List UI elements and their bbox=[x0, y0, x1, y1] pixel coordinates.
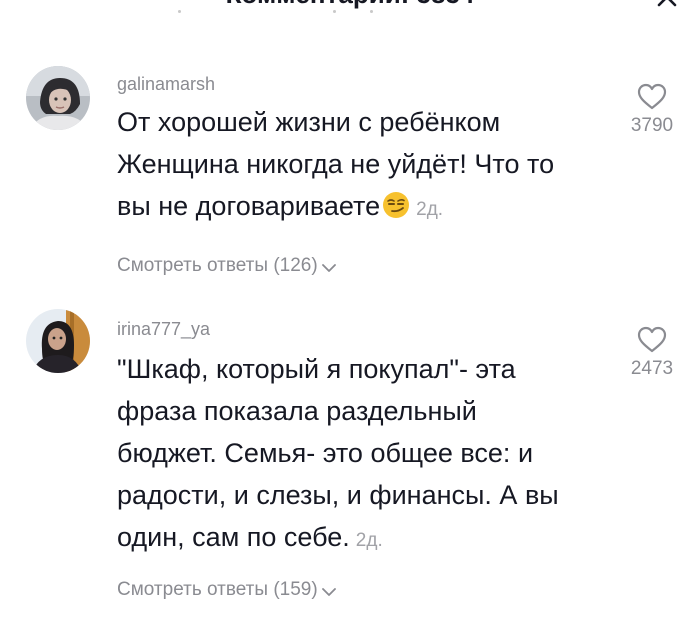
like-count: 3790 bbox=[630, 115, 674, 136]
comments-title: Комментарии: 5854 bbox=[0, 0, 700, 10]
comment-username[interactable]: galinamarsh bbox=[117, 73, 215, 95]
avatar[interactable] bbox=[26, 309, 90, 373]
view-replies-label: Смотреть ответы (159) bbox=[117, 579, 318, 600]
comment-line: бюджет. Семья- это общее все: и bbox=[117, 438, 534, 468]
smirk-emoji-icon bbox=[383, 192, 410, 218]
comment-username[interactable]: irina777_ya bbox=[117, 318, 210, 340]
comment-line: один, сам по себе. 2д. bbox=[117, 516, 607, 562]
comment-line: Женщина никогда не уйдёт! Что то bbox=[117, 149, 555, 179]
close-icon[interactable] bbox=[656, 0, 678, 8]
comment-line: "Шкаф, который я покупал"- эта bbox=[117, 354, 516, 384]
avatar[interactable] bbox=[26, 66, 90, 130]
header-divider bbox=[170, 10, 390, 14]
like-button[interactable]: 3790 bbox=[617, 83, 687, 137]
comment-timestamp: 2д. bbox=[355, 530, 383, 551]
comment-line: От хорошей жизни с ребёнком bbox=[117, 107, 501, 137]
comment-line-text: вы не договариваете bbox=[117, 191, 381, 221]
heart-icon bbox=[637, 326, 667, 353]
heart-icon bbox=[637, 83, 667, 110]
comments-header: Комментарии: 5854 bbox=[0, 0, 700, 18]
like-count: 2473 bbox=[630, 358, 674, 379]
comment-line-text: один, сам по себе. bbox=[117, 522, 350, 552]
view-replies-button[interactable]: Смотреть ответы (159) bbox=[117, 578, 336, 602]
chevron-down-icon bbox=[321, 588, 336, 596]
comment-text: От хорошей жизни с ребёнком Женщина нико… bbox=[117, 101, 607, 231]
comment-line: радости, и слезы, и финансы. А вы bbox=[117, 480, 559, 510]
comment-timestamp: 2д. bbox=[416, 199, 444, 220]
comment-line: вы не договариваете 2д. bbox=[117, 185, 607, 231]
comment-text: "Шкаф, который я покупал"- эта фраза пок… bbox=[117, 348, 607, 562]
like-button[interactable]: 2473 bbox=[617, 326, 687, 380]
chevron-down-icon bbox=[321, 264, 336, 272]
comment-line: фраза показала раздельный bbox=[117, 396, 477, 426]
view-replies-label: Смотреть ответы (126) bbox=[117, 255, 318, 276]
view-replies-button[interactable]: Смотреть ответы (126) bbox=[117, 254, 336, 278]
